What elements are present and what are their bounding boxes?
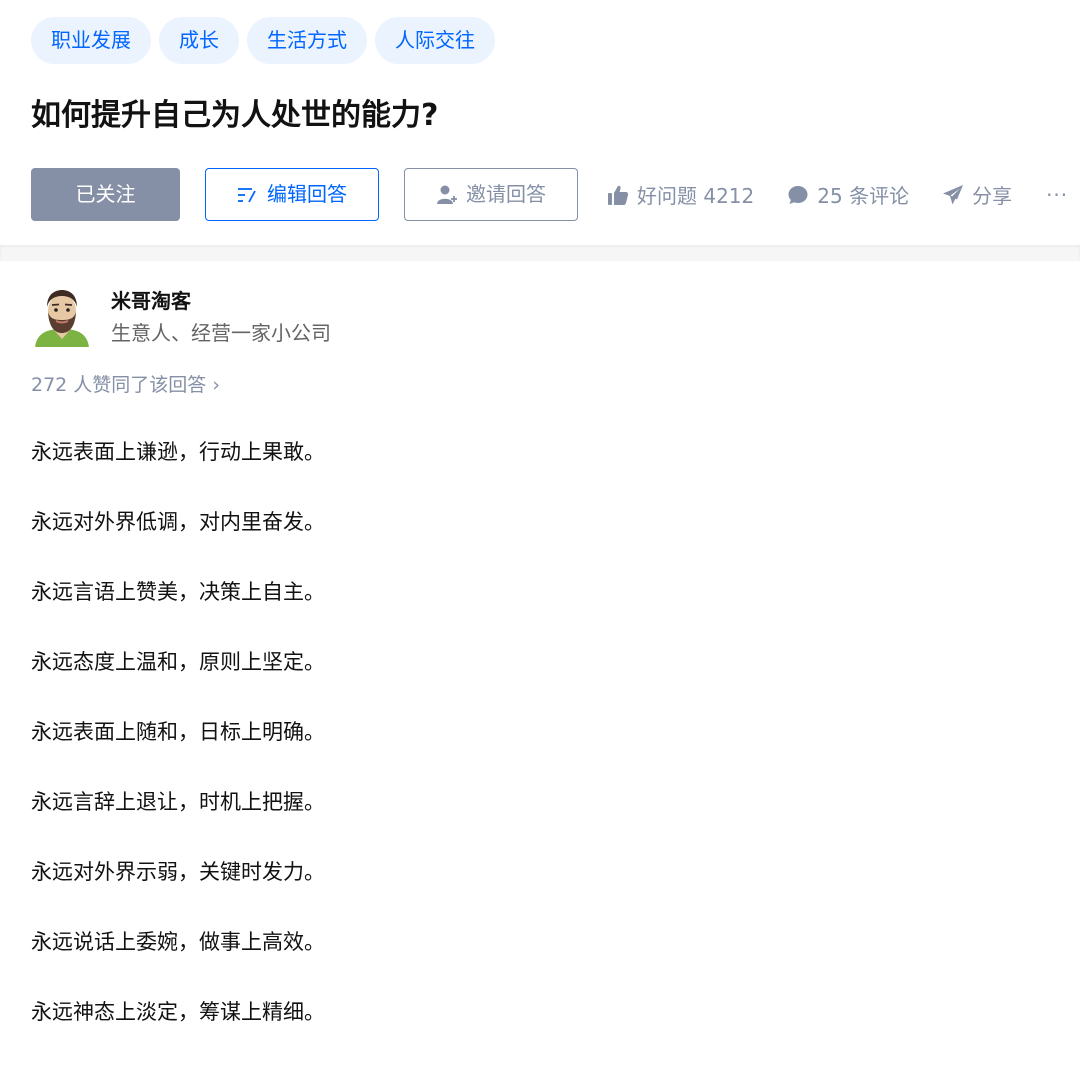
follow-button-label: 已关注 (75, 182, 136, 206)
avatar[interactable] (31, 285, 93, 347)
author-name[interactable]: 米哥淘客 (111, 286, 331, 316)
answer-paragraph: 永远表面上谦逊，行动上果敢。 (31, 440, 325, 464)
good-question-button[interactable]: 好问题 4212 (607, 180, 754, 209)
answer-paragraph: 永远对外界低调，对内里奋发。 (31, 510, 325, 534)
share-button[interactable]: 分享 (942, 180, 1012, 209)
question-title: 如何提升自己为人处世的能力? (31, 98, 439, 133)
more-options-button[interactable]: ··· (1046, 183, 1068, 207)
good-question-label: 好问题 4212 (637, 184, 755, 208)
answer-paragraph: 永远态度上温和，原则上坚定。 (31, 650, 325, 674)
comments-button[interactable]: 25 条评论 (787, 180, 909, 209)
author-bio: 生意人、经营一家小公司 (111, 321, 331, 345)
topic-tag-lifestyle[interactable]: 生活方式 (247, 17, 367, 64)
paper-plane-icon (942, 184, 964, 206)
section-divider (0, 245, 1080, 261)
question-actions: 已关注 编辑回答 邀请回答 好问题 4212 25 条评论 分享 ··· (31, 168, 1068, 221)
edit-answer-label: 编辑回答 (267, 182, 347, 206)
invite-answer-label: 邀请回答 (466, 182, 546, 206)
answer-card: 米哥淘客 生意人、经营一家小公司 272 人赞同了该回答 › 永远表面上谦逊，行… (0, 261, 1080, 1091)
topic-tag-career[interactable]: 职业发展 (31, 17, 151, 64)
answer-paragraph: 永远言语上赞美，决策上自主。 (31, 580, 325, 604)
answer-author: 米哥淘客 生意人、经营一家小公司 (31, 285, 331, 348)
answer-paragraph: 永远言辞上退让，时机上把握。 (31, 790, 325, 814)
answer-paragraph: 永远对外界示弱，关键时发力。 (31, 860, 325, 884)
vote-count-link[interactable]: 272 人赞同了该回答 › (31, 370, 220, 400)
add-user-icon (436, 184, 458, 206)
follow-button[interactable]: 已关注 (31, 168, 180, 221)
edit-icon (237, 186, 259, 204)
author-info: 米哥淘客 生意人、经营一家小公司 (111, 286, 331, 348)
edit-answer-button[interactable]: 编辑回答 (205, 168, 379, 221)
answer-paragraph: 永远表面上随和，日标上明确。 (31, 720, 325, 744)
answer-paragraph: 永远说话上委婉，做事上高效。 (31, 930, 325, 954)
question-header: 职业发展 成长 生活方式 人际交往 如何提升自己为人处世的能力? 已关注 编辑回… (0, 0, 1080, 245)
comment-bubble-icon (787, 184, 809, 206)
comments-label: 25 条评论 (817, 184, 910, 208)
topic-tag-growth[interactable]: 成长 (159, 17, 239, 64)
invite-answer-button[interactable]: 邀请回答 (404, 168, 578, 221)
answer-paragraph: 永远神态上淡定，筹谋上精细。 (31, 1000, 325, 1024)
topic-tag-social[interactable]: 人际交往 (375, 17, 495, 64)
page: 职业发展 成长 生活方式 人际交往 如何提升自己为人处世的能力? 已关注 编辑回… (0, 0, 1080, 1091)
answer-content: 永远表面上谦逊，行动上果敢。 永远对外界低调，对内里奋发。 永远言语上赞美，决策… (31, 433, 1031, 1063)
topic-tags: 职业发展 成长 生活方式 人际交往 (31, 17, 495, 64)
share-label: 分享 (972, 184, 1013, 208)
thumbs-up-icon (607, 184, 629, 206)
